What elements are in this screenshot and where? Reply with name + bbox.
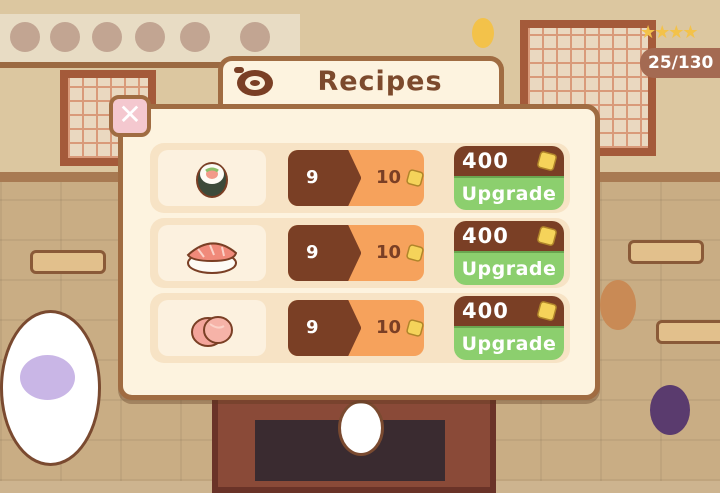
dining-table	[656, 320, 720, 344]
recipe-level-bar: 9 10	[288, 300, 424, 356]
upgrade-cost: 400	[454, 296, 564, 326]
recipe-icon	[234, 67, 273, 96]
sashimi-icon	[191, 316, 233, 347]
upgrade-cost: 400	[454, 146, 564, 176]
salmon-nigiri-icon	[186, 242, 238, 274]
customer-character	[600, 280, 636, 330]
coin-icon	[406, 319, 424, 337]
upgrade-button[interactable]: 400 Upgrade	[454, 296, 564, 360]
dish-slot	[158, 150, 266, 206]
coin-icon	[537, 226, 557, 246]
close-icon: ✕	[118, 98, 142, 131]
recipe-row: 9 10 400 Upgrade	[150, 143, 570, 213]
max-level: 10	[376, 167, 402, 188]
shelf-decoration	[180, 22, 210, 52]
dish-slot	[158, 225, 266, 281]
current-level: 9	[306, 317, 319, 338]
level-fill	[288, 150, 362, 206]
cost-value: 400	[462, 149, 509, 173]
current-level: 9	[306, 242, 319, 263]
upgrade-label: Upgrade	[454, 176, 564, 210]
shelf-decoration	[10, 22, 40, 52]
upgrade-label: Upgrade	[454, 326, 564, 360]
shelf-decoration	[50, 22, 80, 52]
cost-value: 400	[462, 299, 509, 323]
recipe-row: 9 10 400 Upgrade	[150, 218, 570, 288]
upgrade-button[interactable]: 400 Upgrade	[454, 146, 564, 210]
coin-icon	[537, 301, 557, 321]
max-level: 10	[376, 317, 402, 338]
max-level: 10	[376, 242, 402, 263]
recipe-level-bar: 9 10	[288, 225, 424, 281]
customer-counter: 25/130	[640, 48, 720, 78]
rating-stars: ★★★★	[640, 22, 699, 43]
coin-icon	[406, 244, 424, 262]
dish-slot	[158, 300, 266, 356]
recipe-level-bar: 9 10	[288, 150, 424, 206]
coin-icon	[537, 151, 557, 171]
current-level: 9	[306, 167, 319, 188]
level-fill	[288, 225, 362, 281]
dining-table	[628, 240, 704, 264]
shelf-decoration	[135, 22, 165, 52]
upgrade-cost: 400	[454, 221, 564, 251]
upgrade-button[interactable]: 400 Upgrade	[454, 221, 564, 285]
chick-character	[472, 18, 494, 48]
roll-sushi-icon	[196, 162, 228, 198]
dialog-title: Recipes	[317, 66, 443, 97]
bunny-hair	[20, 355, 75, 400]
close-button[interactable]: ✕	[109, 95, 151, 137]
shelf-decoration	[240, 22, 270, 52]
coin-icon	[406, 169, 424, 187]
level-fill	[288, 300, 362, 356]
cost-value: 400	[462, 224, 509, 248]
shelf-decoration	[92, 22, 122, 52]
cat-customer-character	[338, 400, 384, 456]
recipe-row: 9 10 400 Upgrade	[150, 293, 570, 363]
upgrade-label: Upgrade	[454, 251, 564, 285]
customer-character	[650, 385, 690, 435]
dining-table	[30, 250, 106, 274]
